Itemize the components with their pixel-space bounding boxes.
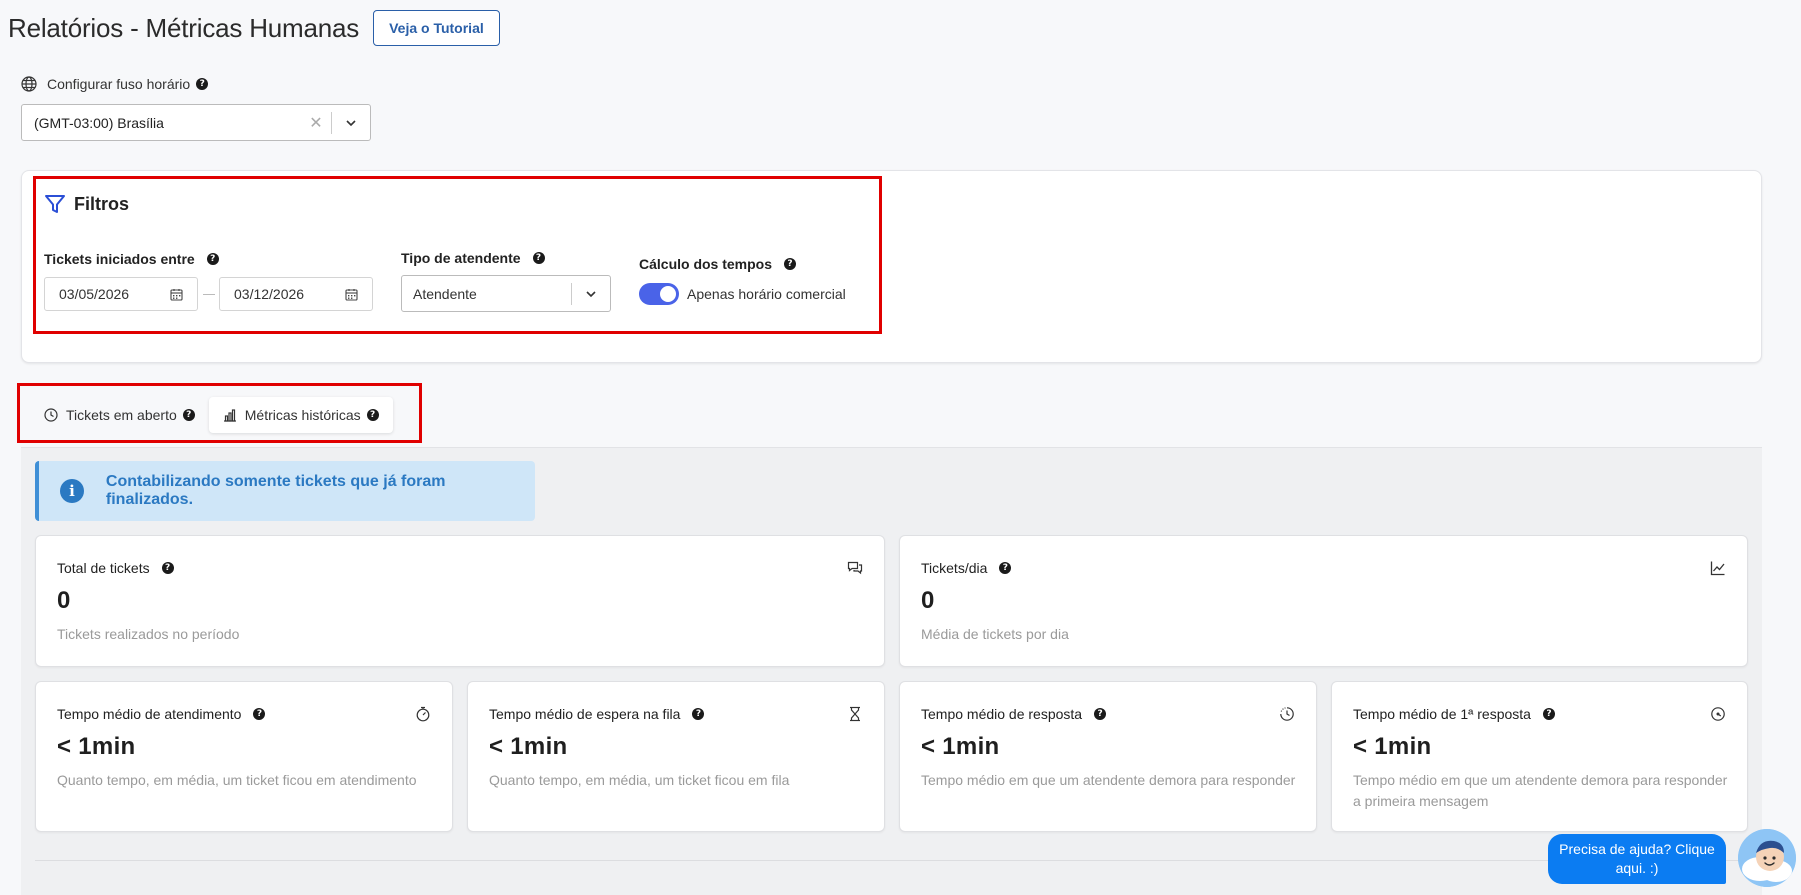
- metric-title: Tempo médio de atendimento ?: [57, 706, 266, 722]
- help-icon[interactable]: ?: [692, 708, 705, 720]
- stopwatch-icon: [416, 706, 430, 722]
- highlight-box-filters: [33, 176, 882, 334]
- metric-description: Quanto tempo, em média, um ticket ficou …: [57, 772, 417, 788]
- metric-title-text: Tempo médio de espera na fila: [489, 706, 681, 722]
- section-divider: [35, 860, 1747, 861]
- metric-value: < 1min: [489, 733, 568, 760]
- help-icon[interactable]: ?: [161, 562, 174, 574]
- metric-title-text: Tickets/dia: [921, 560, 988, 576]
- metric-title-text: Tempo médio de atendimento: [57, 706, 242, 722]
- metric-title: Tempo médio de 1ª resposta ?: [1353, 706, 1555, 722]
- metric-description: Média de tickets por dia: [921, 626, 1069, 642]
- page-header: Relatórios - Métricas Humanas Veja o Tut…: [8, 10, 500, 46]
- metric-description: Tempo médio em que um atendente demora p…: [921, 772, 1296, 788]
- metric-card-total-tickets: Total de tickets ? 0 Tickets realizados …: [35, 535, 885, 667]
- timezone-label-text: Configurar fuso horário: [47, 76, 191, 92]
- help-icon[interactable]: ?: [1094, 708, 1107, 720]
- tutorial-button[interactable]: Veja o Tutorial: [373, 10, 500, 46]
- info-icon: i: [60, 479, 84, 503]
- metric-card-avg-queue-time: Tempo médio de espera na fila ? < 1min Q…: [467, 681, 885, 832]
- metric-title: Tempo médio de resposta ?: [921, 706, 1107, 722]
- metric-value: 0: [921, 587, 935, 614]
- metric-card-avg-service-time: Tempo médio de atendimento ? < 1min Quan…: [35, 681, 453, 832]
- metric-title-text: Tempo médio de 1ª resposta: [1353, 706, 1531, 722]
- metric-description: Tempo médio em que um atendente demora p…: [1353, 772, 1728, 809]
- chat-icon: [847, 561, 863, 575]
- metric-title: Tempo médio de espera na fila ?: [489, 706, 705, 722]
- metric-value: < 1min: [1353, 733, 1432, 760]
- metric-value: < 1min: [921, 733, 1000, 760]
- trend-line-icon: [1710, 561, 1725, 576]
- help-icon[interactable]: ?: [196, 78, 209, 90]
- metric-title-text: Total de tickets: [57, 560, 150, 576]
- chevron-down-icon[interactable]: [332, 116, 370, 130]
- metric-title-text: Tempo médio de resposta: [921, 706, 1083, 722]
- help-icon[interactable]: ?: [999, 562, 1012, 574]
- metric-title: Total de tickets ?: [57, 560, 174, 576]
- metric-description: Tickets realizados no período: [57, 626, 240, 642]
- globe-icon: [21, 76, 37, 92]
- metric-card-avg-first-response-time: Tempo médio de 1ª resposta ? < 1min Temp…: [1331, 681, 1748, 832]
- bot-face-icon: [1738, 829, 1796, 887]
- timezone-select[interactable]: (GMT-03:00) Brasília ✕: [21, 104, 371, 141]
- hourglass-icon: [850, 706, 860, 722]
- chat-bot-avatar[interactable]: [1738, 829, 1796, 887]
- help-chat-bubble[interactable]: Precisa de ajuda? Clique aqui. :): [1548, 834, 1726, 884]
- metric-value: 0: [57, 587, 71, 614]
- clock-dashed-icon: [1280, 707, 1294, 721]
- metric-card-tickets-per-day: Tickets/dia ? 0 Média de tickets por dia: [899, 535, 1748, 667]
- metric-title: Tickets/dia ?: [921, 560, 1012, 576]
- metric-card-avg-response-time: Tempo médio de resposta ? < 1min Tempo m…: [899, 681, 1317, 832]
- metric-value: < 1min: [57, 733, 136, 760]
- clock-arrow-icon: [1711, 707, 1725, 721]
- metric-description: Quanto tempo, em média, um ticket ficou …: [489, 772, 790, 788]
- help-icon[interactable]: ?: [253, 708, 266, 720]
- highlight-box-tabs: [17, 383, 422, 443]
- timezone-label: Configurar fuso horário ?: [21, 76, 209, 92]
- timezone-value: (GMT-03:00) Brasília: [34, 114, 164, 131]
- clear-icon[interactable]: ✕: [301, 113, 331, 133]
- page-title: Relatórios - Métricas Humanas: [8, 12, 360, 43]
- info-alert-text: Contabilizando somente tickets que já fo…: [105, 473, 446, 508]
- help-icon[interactable]: ?: [1542, 708, 1555, 720]
- info-alert: i Contabilizando somente tickets que já …: [35, 461, 535, 521]
